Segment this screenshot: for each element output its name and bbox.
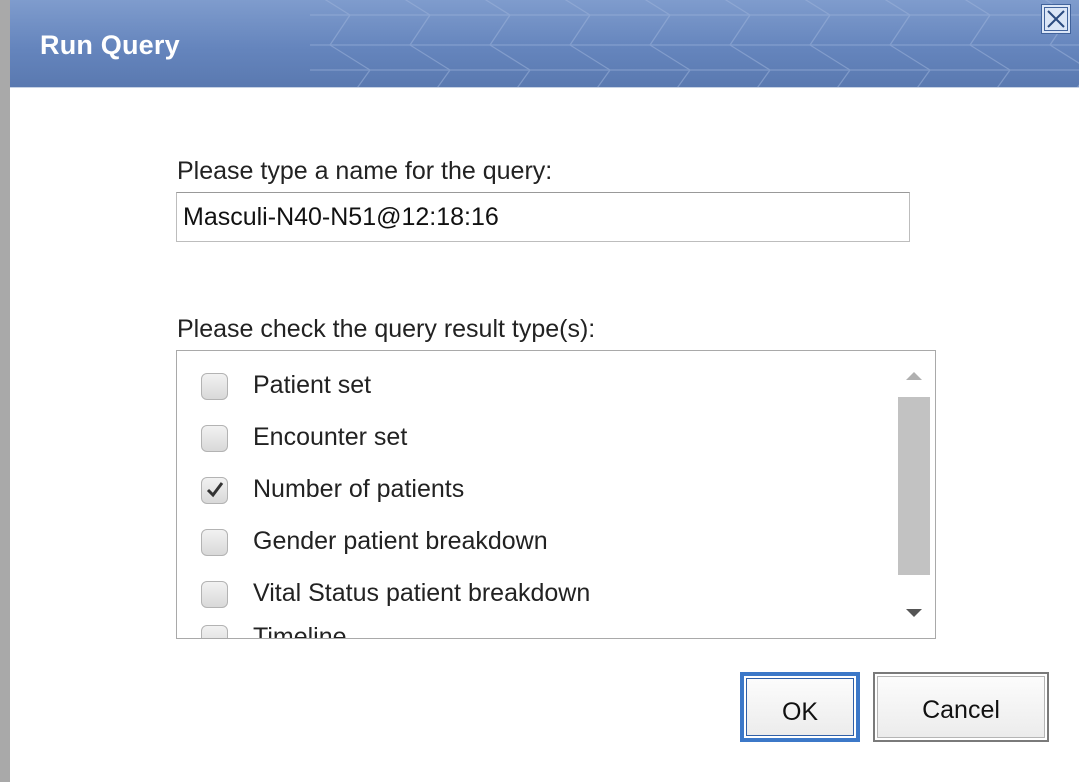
ok-button[interactable]: OK (740, 672, 860, 742)
dialog-title: Run Query (40, 30, 180, 60)
close-button[interactable] (1041, 4, 1071, 34)
result-item-gender-breakdown[interactable]: Gender patient breakdown (201, 523, 881, 563)
result-item-vital-status-breakdown[interactable]: Vital Status patient breakdown (201, 575, 881, 615)
checkmark-icon (206, 482, 224, 498)
result-item-label: Encounter set (253, 423, 408, 451)
checkbox[interactable] (201, 373, 228, 400)
query-name-label: Please type a name for the query: (177, 157, 553, 185)
scrollbar[interactable] (892, 351, 935, 638)
result-item-encounter-set[interactable]: Encounter set (201, 419, 881, 459)
checkbox[interactable] (201, 625, 228, 638)
checkbox[interactable] (201, 581, 228, 608)
scroll-up-arrow-icon[interactable] (902, 363, 926, 387)
result-item-patient-set[interactable]: Patient set (201, 367, 881, 407)
result-item-label: Vital Status patient breakdown (253, 579, 591, 607)
checkbox[interactable] (201, 529, 228, 556)
result-item-label: Number of patients (253, 475, 465, 503)
run-query-dialog: Run Query Please type a name for the que… (0, 0, 1079, 782)
checkbox-checked[interactable] (201, 477, 228, 504)
query-name-input[interactable] (176, 192, 910, 242)
cancel-button-label: Cancel (922, 696, 1000, 724)
result-types-label: Please check the query result type(s): (177, 315, 596, 343)
window-edge (0, 0, 10, 782)
result-item-label: Timeline (253, 623, 347, 639)
result-types-list[interactable]: Patient set Encounter set Number of pati… (176, 350, 936, 639)
ok-button-label: OK (781, 698, 819, 726)
cancel-button[interactable]: Cancel (873, 672, 1049, 742)
close-icon (1044, 7, 1068, 31)
result-item-label: Patient set (253, 371, 372, 399)
title-bar[interactable]: Run Query (10, 0, 1079, 88)
result-item-label: Gender patient breakdown (253, 527, 548, 555)
result-item-number-of-patients[interactable]: Number of patients (201, 471, 881, 511)
scroll-down-arrow-icon[interactable] (902, 601, 926, 625)
checkbox[interactable] (201, 425, 228, 452)
result-item-timeline[interactable]: Timeline (201, 619, 881, 639)
scroll-thumb[interactable] (898, 397, 930, 575)
